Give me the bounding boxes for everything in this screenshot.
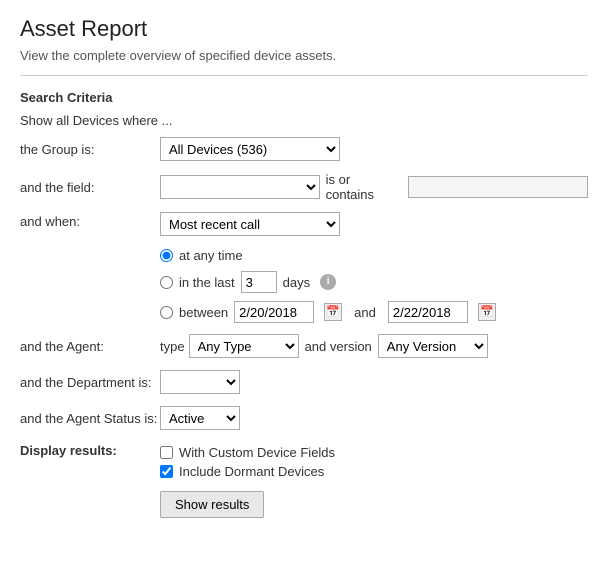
dept-select[interactable]: Dept 1 Dept 2 (160, 370, 240, 394)
field-row: and the field: is or contains (20, 172, 588, 202)
when-block: Most recent call Last seen First seen at… (160, 212, 496, 323)
custom-fields-row: With Custom Device Fields (160, 445, 335, 460)
between-row: between 📅 and 📅 (160, 301, 496, 323)
status-row: and the Agent Status is: Active Inactive… (20, 405, 588, 431)
end-date-input[interactable] (388, 301, 468, 323)
group-label: the Group is: (20, 142, 160, 157)
show-results-button[interactable]: Show results (160, 491, 264, 518)
show-all-text: Show all Devices where ... (20, 113, 588, 128)
dormant-checkbox[interactable] (160, 465, 173, 478)
days-input[interactable] (241, 271, 277, 293)
group-select[interactable]: All Devices (536) Group 1 Group 2 (160, 137, 340, 161)
field-label: and the field: (20, 180, 160, 195)
when-row: and when: Most recent call Last seen Fir… (20, 212, 588, 323)
custom-fields-label: With Custom Device Fields (179, 445, 335, 460)
agent-type-select[interactable]: Any Type Type A Type B (189, 334, 299, 358)
status-label: and the Agent Status is: (20, 411, 160, 426)
dept-label: and the Department is: (20, 375, 160, 390)
page-subtitle: View the complete overview of specified … (20, 48, 588, 63)
is-or-contains-label: is or contains (326, 172, 402, 202)
days-label: days (283, 275, 310, 290)
display-results-label: Display results: (20, 441, 160, 458)
when-select[interactable]: Most recent call Last seen First seen (160, 212, 340, 236)
when-label: and when: (20, 212, 160, 229)
page-title: Asset Report (20, 16, 588, 42)
in-the-last-row: in the last days i (160, 271, 496, 293)
and-date-label: and (354, 305, 376, 320)
display-results-section: With Custom Device Fields Include Dorman… (160, 445, 335, 518)
contains-input[interactable] (408, 176, 588, 198)
display-results-row: Display results: With Custom Device Fiel… (20, 441, 588, 518)
dept-row: and the Department is: Dept 1 Dept 2 (20, 369, 588, 395)
dormant-label: Include Dormant Devices (179, 464, 324, 479)
at-any-time-radio[interactable] (160, 249, 173, 262)
dormant-row: Include Dormant Devices (160, 464, 335, 479)
agent-version-select[interactable]: Any Version v1 v2 (378, 334, 488, 358)
between-radio[interactable] (160, 306, 173, 319)
field-type-select[interactable] (160, 175, 320, 199)
info-icon[interactable]: i (320, 274, 336, 290)
in-the-last-label: in the last (179, 275, 235, 290)
start-date-input[interactable] (234, 301, 314, 323)
search-criteria-heading: Search Criteria (20, 90, 588, 105)
and-version-label: and version (305, 339, 372, 354)
start-calendar-icon[interactable]: 📅 (324, 303, 342, 321)
agent-type-prefix: type (160, 339, 185, 354)
at-any-time-row: at any time (160, 248, 496, 263)
in-the-last-radio[interactable] (160, 276, 173, 289)
when-dropdown-row: Most recent call Last seen First seen (160, 212, 496, 236)
agent-label: and the Agent: (20, 339, 160, 354)
custom-fields-checkbox[interactable] (160, 446, 173, 459)
status-select[interactable]: Active Inactive Any (160, 406, 240, 430)
agent-row: and the Agent: type Any Type Type A Type… (20, 333, 588, 359)
group-row: the Group is: All Devices (536) Group 1 … (20, 136, 588, 162)
end-calendar-icon[interactable]: 📅 (478, 303, 496, 321)
divider (20, 75, 588, 76)
between-label: between (179, 305, 228, 320)
at-any-time-label: at any time (179, 248, 243, 263)
